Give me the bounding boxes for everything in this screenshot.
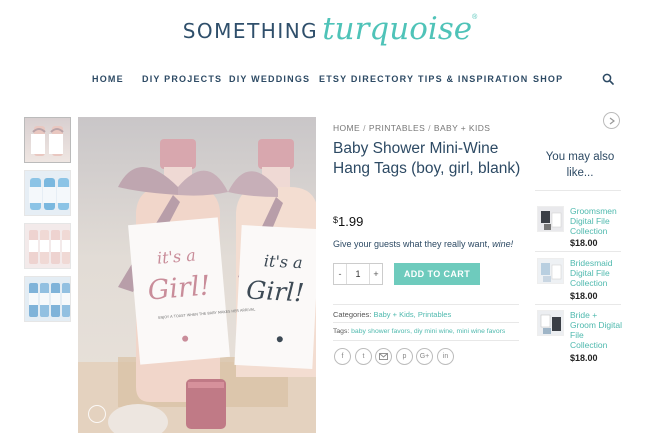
gallery-thumb-3[interactable] [24,223,71,269]
nav-home[interactable]: HOME [92,74,124,84]
twitter-icon[interactable]: t [355,348,372,365]
facebook-icon[interactable]: f [334,348,351,365]
gallery-thumb-1[interactable] [24,117,71,163]
divider [535,251,621,252]
product-main-image[interactable]: it's a Girl! ENJOY A TOAST WHEN THE BABY… [78,117,316,433]
tag-text-girl-left: Girl! [147,270,212,306]
product-short-description: Give your guests what they really want, … [333,239,514,249]
divider [333,304,519,305]
description-emphasis: wine! [492,239,514,249]
email-icon[interactable] [375,348,392,365]
wine-bottles-illustration: it's a Girl! ENJOY A TOAST WHEN THE BABY… [78,139,316,433]
divider [535,304,621,305]
product-categories: Categories: Baby + Kids, Printables [333,310,452,319]
zoom-icon[interactable] [88,405,106,423]
gallery-thumb-2[interactable] [24,170,71,216]
related-name-bridesmaid[interactable]: Bridesmaid Digital File Collection [570,258,622,288]
nav-diy-weddings[interactable]: DIY WEDDINGS [229,74,310,84]
related-products-title: You may also like... [545,151,615,179]
related-thumb-bride-groom[interactable] [537,310,564,336]
pinterest-icon[interactable]: p [396,348,413,365]
main-nav: HOME DIY PROJECTS DIY WEDDINGS ETSY DIRE… [0,70,660,90]
related-name-groomsmen[interactable]: Groomsmen Digital File Collection [570,206,622,236]
nav-etsy-directory[interactable]: ETSY DIRECTORY [319,74,414,84]
site-logo[interactable]: SOMETHING turquoise ® [0,6,660,56]
related-thumb-bridesmaid[interactable] [537,258,564,284]
related-price-bridesmaid: $18.00 [570,291,598,301]
categories-links[interactable]: Baby + Kids, Printables [373,310,451,319]
breadcrumb-baby-kids[interactable]: BABY + KIDS [434,123,490,133]
page: SOMETHING turquoise ® HOME DIY PROJECTS … [0,0,660,448]
divider [333,322,519,323]
nav-shop[interactable]: SHOP [533,74,563,84]
price-amount: 1.99 [338,214,364,229]
tag-text-girl-right: Girl! [246,275,305,307]
breadcrumb-home[interactable]: HOME [333,123,360,133]
breadcrumb: HOME / PRINTABLES / BABY + KIDS [333,123,491,133]
related-name-bride-groom[interactable]: Bride + Groom Digital File Collection [570,310,622,350]
breadcrumb-printables[interactable]: PRINTABLES [369,123,425,133]
registered-icon: ® [472,13,478,21]
next-product-arrow-icon[interactable] [603,112,620,129]
logo-word-something: SOMETHING [182,19,319,43]
qty-minus-button[interactable]: - [334,264,347,284]
nav-tips-inspiration[interactable]: TIPS & INSPIRATION [418,74,528,84]
tag-text-its-a-right: it's a [263,251,303,272]
qty-plus-button[interactable]: + [369,264,382,284]
tags-links[interactable]: baby shower favors, diy mini wine, mini … [351,328,505,335]
google-plus-icon[interactable]: G+ [416,348,433,365]
tag-text-its-a-left: it's a [156,245,196,267]
related-price-bride-groom: $18.00 [570,353,598,363]
related-price-groomsmen: $18.00 [570,238,598,248]
product-tags: Tags: baby shower favors, diy mini wine,… [333,328,506,335]
add-to-cart-button[interactable]: ADD TO CART [394,263,480,285]
search-icon[interactable] [602,73,614,85]
product-price: $1.99 [333,214,364,229]
divider [535,190,621,191]
divider [333,340,519,341]
linkedin-icon[interactable]: in [437,348,454,365]
product-title: Baby Shower Mini-Wine Hang Tags (boy, gi… [333,140,521,177]
gallery-thumb-4[interactable] [24,276,71,322]
quantity-stepper: - 1 + [333,263,383,285]
quantity-input[interactable]: 1 [347,264,369,284]
related-thumb-groomsmen[interactable] [537,206,564,232]
nav-diy-projects[interactable]: DIY PROJECTS [142,74,222,84]
logo-word-turquoise: turquoise [322,11,473,47]
